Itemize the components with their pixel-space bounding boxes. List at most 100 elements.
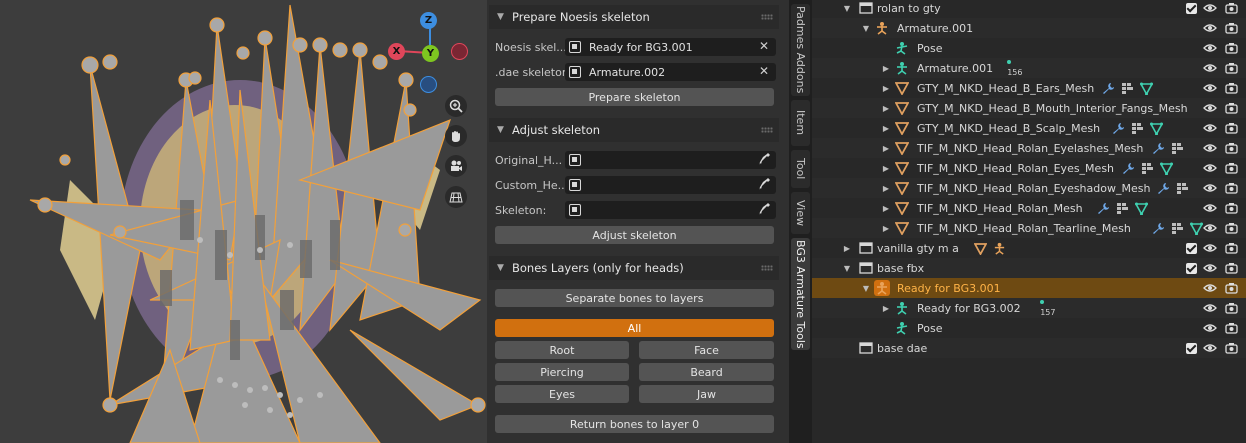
eye-icon[interactable] xyxy=(1203,161,1217,175)
camera-view-icon[interactable] xyxy=(445,155,467,177)
eye-icon[interactable] xyxy=(1203,321,1217,335)
eyedropper-icon[interactable] xyxy=(759,202,771,219)
expand-down-icon[interactable]: ▼ xyxy=(861,24,871,33)
eye-icon[interactable] xyxy=(1203,141,1217,155)
outliner-row[interactable]: ▼ Armature.001 xyxy=(812,18,1246,38)
gizmo-x-axis[interactable]: X xyxy=(388,43,405,60)
drag-handle-icon[interactable] xyxy=(761,127,773,133)
eye-icon[interactable] xyxy=(1203,61,1217,75)
camera-render-icon[interactable] xyxy=(1224,341,1238,355)
eyedropper-icon[interactable] xyxy=(759,177,771,194)
pan-hand-icon[interactable] xyxy=(445,125,467,147)
outliner-row[interactable]: Pose xyxy=(812,318,1246,338)
camera-render-icon[interactable] xyxy=(1224,121,1238,135)
prepare-noesis-panel-header[interactable]: ▼ Prepare Noesis skeleton xyxy=(489,5,779,29)
camera-render-icon[interactable] xyxy=(1224,301,1238,315)
expand-right-icon[interactable]: ▶ xyxy=(881,64,891,73)
separate-bones-button[interactable]: Separate bones to layers xyxy=(495,289,774,307)
noesis-skeleton-field[interactable]: Ready for BG3.001 ✕ xyxy=(565,38,776,56)
eye-icon[interactable] xyxy=(1203,101,1217,115)
camera-render-icon[interactable] xyxy=(1224,1,1238,15)
expand-down-icon[interactable]: ▼ xyxy=(842,264,852,273)
eye-icon[interactable] xyxy=(1203,21,1217,35)
return-bones-button[interactable]: Return bones to layer 0 xyxy=(495,415,774,433)
camera-render-icon[interactable] xyxy=(1224,281,1238,295)
expand-down-icon[interactable]: ▼ xyxy=(842,4,852,13)
exclude-checkbox[interactable] xyxy=(1184,261,1198,275)
tab-view[interactable]: View xyxy=(791,192,810,234)
camera-render-icon[interactable] xyxy=(1224,101,1238,115)
eye-icon[interactable] xyxy=(1203,181,1217,195)
prepare-skeleton-button[interactable]: Prepare skeleton xyxy=(495,88,774,106)
outliner-collection-row[interactable]: base dae xyxy=(812,338,1246,358)
expand-right-icon[interactable]: ▶ xyxy=(881,144,891,153)
bones-layers-panel-header[interactable]: ▼ Bones Layers (only for heads) xyxy=(489,256,779,280)
eye-icon[interactable] xyxy=(1203,121,1217,135)
outliner-row[interactable]: ▶ TIF_M_NKD_Head_Rolan_Eyeshadow_Mesh xyxy=(812,178,1246,198)
layer-piercing-button[interactable]: Piercing xyxy=(495,363,629,381)
layer-eyes-button[interactable]: Eyes xyxy=(495,385,629,403)
custom-head-field[interactable] xyxy=(565,176,776,194)
eyedropper-icon[interactable] xyxy=(759,152,771,169)
eye-icon[interactable] xyxy=(1203,221,1217,235)
outliner-collection-row[interactable]: ▼ base fbx xyxy=(812,258,1246,278)
outliner-row[interactable]: ▶ Armature.001 156 xyxy=(812,58,1246,78)
outliner-collection-row[interactable]: ▼ rolan to gty xyxy=(812,0,1246,18)
zoom-icon[interactable] xyxy=(445,95,467,117)
original-head-field[interactable] xyxy=(565,151,776,169)
outliner[interactable]: ▼ rolan to gty ▼ Armature.001 Pose ▶ Armature.… xyxy=(812,0,1246,443)
layer-all-button[interactable]: All xyxy=(495,319,774,337)
outliner-row[interactable]: ▶ GTY_M_NKD_Head_B_Ears_Mesh xyxy=(812,78,1246,98)
gizmo-neg-z-axis[interactable] xyxy=(420,76,437,93)
expand-right-icon[interactable]: ▶ xyxy=(842,244,852,253)
eye-icon[interactable] xyxy=(1203,41,1217,55)
camera-render-icon[interactable] xyxy=(1224,81,1238,95)
layer-root-button[interactable]: Root xyxy=(495,341,629,359)
adjust-skeleton-button[interactable]: Adjust skeleton xyxy=(495,226,774,244)
outliner-row[interactable]: ▶ TIF_M_NKD_Head_Rolan_Tearline_Mesh xyxy=(812,218,1246,238)
outliner-row[interactable]: ▶ TIF_M_NKD_Head_Rolan_Eyelashes_Mesh xyxy=(812,138,1246,158)
expand-right-icon[interactable]: ▶ xyxy=(881,124,891,133)
expand-right-icon[interactable]: ▶ xyxy=(881,224,891,233)
grid-perspective-icon[interactable] xyxy=(445,186,467,208)
camera-render-icon[interactable] xyxy=(1224,61,1238,75)
camera-render-icon[interactable] xyxy=(1224,241,1238,255)
eye-icon[interactable] xyxy=(1203,1,1217,15)
expand-right-icon[interactable]: ▶ xyxy=(881,204,891,213)
tab-padmes-addons[interactable]: Padmes Addons xyxy=(791,4,810,96)
expand-right-icon[interactable]: ▶ xyxy=(881,104,891,113)
camera-render-icon[interactable] xyxy=(1224,41,1238,55)
expand-right-icon[interactable]: ▶ xyxy=(881,304,891,313)
exclude-checkbox[interactable] xyxy=(1184,241,1198,255)
camera-render-icon[interactable] xyxy=(1224,161,1238,175)
drag-handle-icon[interactable] xyxy=(761,14,773,20)
outliner-row[interactable]: ▶ GTY_M_NKD_Head_B_Scalp_Mesh xyxy=(812,118,1246,138)
gizmo-neg-x-axis[interactable] xyxy=(451,43,468,60)
expand-down-icon[interactable]: ▼ xyxy=(861,284,871,293)
camera-render-icon[interactable] xyxy=(1224,21,1238,35)
exclude-checkbox[interactable] xyxy=(1184,341,1198,355)
tab-item[interactable]: Item xyxy=(791,100,810,146)
outliner-row[interactable]: ▼ Ready for BG3.001 xyxy=(812,278,1246,298)
camera-render-icon[interactable] xyxy=(1224,321,1238,335)
tab-tool[interactable]: Tool xyxy=(791,150,810,188)
outliner-row[interactable]: ▶ TIF_M_NKD_Head_Rolan_Eyes_Mesh xyxy=(812,158,1246,178)
skeleton-field[interactable] xyxy=(565,201,776,219)
eye-icon[interactable] xyxy=(1203,201,1217,215)
camera-render-icon[interactable] xyxy=(1224,201,1238,215)
layer-face-button[interactable]: Face xyxy=(639,341,774,359)
exclude-checkbox[interactable] xyxy=(1184,1,1198,15)
camera-render-icon[interactable] xyxy=(1224,181,1238,195)
camera-render-icon[interactable] xyxy=(1224,261,1238,275)
dae-skeleton-field[interactable]: Armature.002 ✕ xyxy=(565,63,776,81)
eye-icon[interactable] xyxy=(1203,261,1217,275)
adjust-skeleton-panel-header[interactable]: ▼ Adjust skeleton xyxy=(489,118,779,142)
outliner-row[interactable]: Pose xyxy=(812,38,1246,58)
eye-icon[interactable] xyxy=(1203,301,1217,315)
tab-bg3-armature-tools[interactable]: BG3 Armature Tools xyxy=(791,238,810,350)
camera-render-icon[interactable] xyxy=(1224,141,1238,155)
expand-right-icon[interactable]: ▶ xyxy=(881,164,891,173)
camera-render-icon[interactable] xyxy=(1224,221,1238,235)
3d-viewport[interactable]: Z X Y xyxy=(0,0,487,443)
layer-beard-button[interactable]: Beard xyxy=(639,363,774,381)
